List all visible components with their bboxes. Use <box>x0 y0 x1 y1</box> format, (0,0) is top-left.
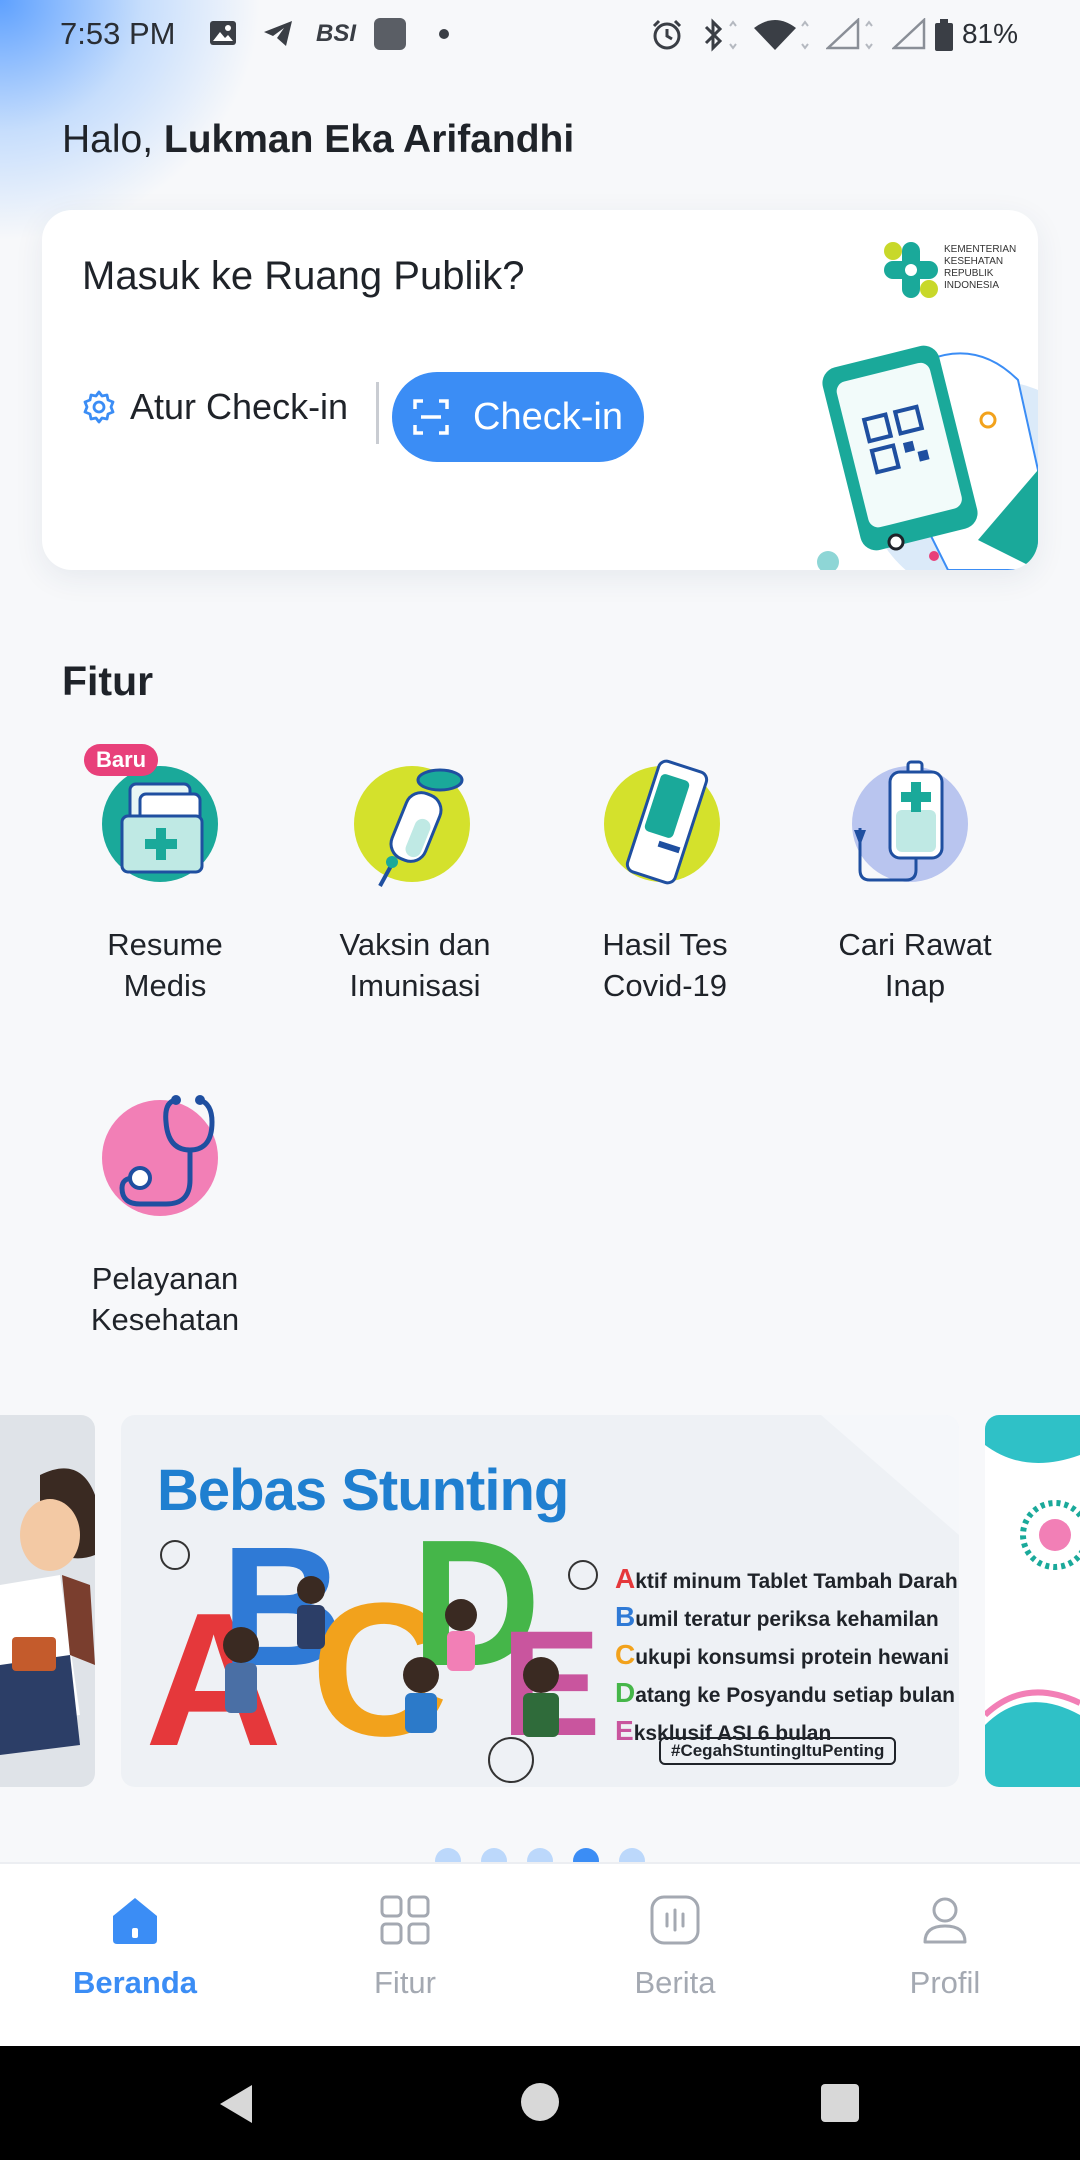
battery-percent: 81% <box>961 18 1018 49</box>
banner-stunting[interactable]: A B C D E Bebas Stunting Aktif minum Tab… <box>121 1415 959 1787</box>
student-illustration <box>0 1468 95 1755</box>
battery-icon <box>935 19 953 51</box>
recents-icon[interactable] <box>820 2084 860 2122</box>
signal-icon <box>826 18 873 50</box>
iv-bag-icon <box>850 758 980 888</box>
checkin-button[interactable]: Check-in <box>392 372 644 462</box>
divider <box>376 382 379 444</box>
gallery-icon <box>210 21 236 45</box>
atur-checkin-label: Atur Check-in <box>130 386 349 427</box>
banner-list-item: Aktif minum Tablet Tambah Darah <box>615 1563 958 1594</box>
system-nav-bar <box>0 2046 1080 2160</box>
banner-next[interactable] <box>985 1415 1080 1787</box>
banner-list-item: Bumil teratur periksa kehamilan <box>615 1601 939 1632</box>
feature-label: Vaksin dan Imunisasi <box>339 927 491 1003</box>
nav-berita[interactable]: Berita <box>540 1864 810 2048</box>
nav-label: Profil <box>909 1965 981 2000</box>
status-time: 7:53 PM <box>60 16 176 51</box>
atur-checkin-button[interactable]: Atur Check-in <box>82 386 348 428</box>
grid-icon <box>380 1895 430 1945</box>
back-icon[interactable] <box>216 2083 256 2125</box>
banner-list-item: Cukupi konsumsi protein hewani <box>615 1639 950 1670</box>
test-kit-icon <box>600 758 730 888</box>
gear-icon <box>83 390 115 424</box>
nav-fitur[interactable]: Fitur <box>270 1864 540 2048</box>
app-icon <box>374 18 406 50</box>
banner-next-illustration <box>985 1415 1080 1787</box>
checkin-title: Masuk ke Ruang Publik? <box>82 254 525 298</box>
bluetooth-icon <box>704 18 737 52</box>
nav-profil[interactable]: Profil <box>810 1864 1080 2048</box>
banner-previous[interactable] <box>0 1415 95 1787</box>
dot-icon <box>439 29 449 39</box>
feature-rawat-inap[interactable]: Cari Rawat Inap <box>790 758 1040 1006</box>
nav-label: Fitur <box>374 1965 436 2000</box>
alarm-icon <box>652 19 682 50</box>
nav-label: Berita <box>634 1965 716 2000</box>
telegram-icon <box>264 21 292 46</box>
banner-list-item: Datang ke Posyandu setiap bulan <box>615 1677 955 1708</box>
phone-qr-illustration <box>817 345 1038 570</box>
ministry-logo-icon <box>884 242 938 298</box>
ministry-logo: KEMENTERIAN KESEHATAN REPUBLIK INDONESIA <box>882 238 1017 308</box>
bottom-nav: Beranda Fitur Berita Profil <box>0 1862 1080 2048</box>
nav-beranda[interactable]: Beranda <box>0 1864 270 2048</box>
bsi-icon: BSI <box>316 20 357 47</box>
medical-folder-icon: Baru <box>84 744 230 888</box>
banner-list: Aktif minum Tablet Tambah Darah Bumil te… <box>615 1561 958 1751</box>
news-icon <box>650 1895 700 1945</box>
status-bar: 7:53 PM BSI 81% <box>0 0 1080 72</box>
feature-label: Resume Medis <box>107 927 223 1003</box>
feature-label: Hasil Tes Covid-19 <box>602 927 728 1003</box>
banner-hashtag: #CegahStuntingItuPenting <box>659 1737 897 1765</box>
feature-label: Pelayanan Kesehatan <box>90 1261 240 1337</box>
greeting: Halo, Lukman Eka Arifandhi <box>62 118 574 162</box>
feature-resume-medis[interactable]: Baru Resume Medis <box>40 744 290 1006</box>
feature-hasil-tes[interactable]: Hasil Tes Covid-19 <box>540 758 790 1006</box>
wifi-icon <box>754 20 809 50</box>
new-badge: Baru <box>84 744 159 776</box>
checkin-label: Check-in <box>473 395 623 438</box>
checkin-card: Masuk ke Ruang Publik? KEMENTERIAN KESEH… <box>42 210 1038 570</box>
feature-vaksin[interactable]: Vaksin dan Imunisasi <box>290 758 540 1006</box>
ministry-name: KEMENTERIAN KESEHATAN REPUBLIK INDONESIA <box>944 244 1017 291</box>
user-name: Lukman Eka Arifandhi <box>163 118 575 161</box>
signal-icon <box>892 18 926 50</box>
features-title: Fitur <box>62 658 154 704</box>
home-circle-icon[interactable] <box>520 2082 560 2122</box>
profile-icon <box>923 1897 967 1944</box>
banner-title: Bebas Stunting <box>157 1458 569 1523</box>
scan-icon <box>413 399 449 435</box>
stethoscope-icon <box>100 1092 230 1222</box>
nav-label: Beranda <box>72 1965 198 2000</box>
home-icon <box>113 1898 157 1944</box>
feature-label: Cari Rawat Inap <box>838 927 992 1003</box>
feature-pelayanan[interactable]: Pelayanan Kesehatan <box>40 1092 290 1340</box>
greeting-prefix: Halo, <box>62 118 164 161</box>
vaccine-icon <box>350 758 480 888</box>
